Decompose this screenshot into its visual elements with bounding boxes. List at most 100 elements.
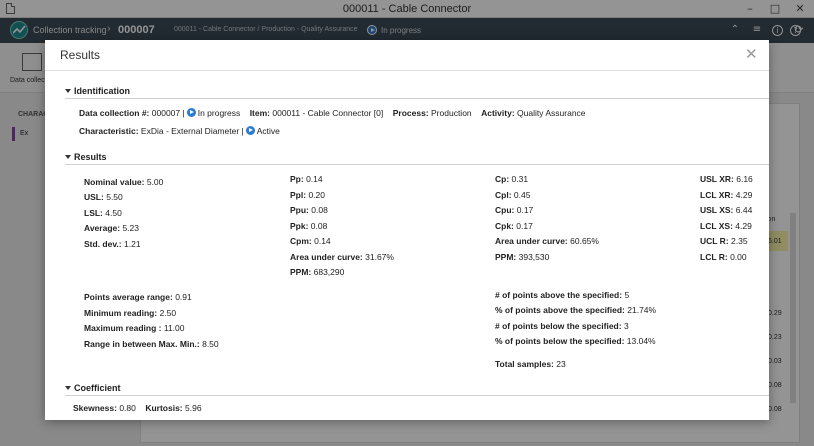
section-identification-label: Identification [74, 86, 130, 96]
stat-value: 6.44 [735, 205, 753, 215]
stat-value: 13.04% [626, 336, 656, 346]
skewness-value: 0.80 [119, 403, 136, 413]
stat-value: 5.23 [122, 223, 139, 233]
section-results[interactable]: Results [65, 152, 107, 162]
stat-label: Ppk: [290, 221, 309, 231]
stat-label: Ppu: [290, 205, 309, 215]
stat-average: Average: 5.23 [84, 223, 139, 233]
stat-ucl-r: UCL R: 2.35 [700, 236, 748, 246]
stat-label: Area under curve: [290, 252, 363, 262]
stat-cpm: Cpm: 0.14 [290, 236, 331, 246]
stat-value: 8.50 [202, 339, 219, 349]
stat-cp: Cp: 0.31 [495, 174, 528, 184]
stat-value: 60.65% [570, 236, 599, 246]
characteristic-status: Active [256, 126, 280, 136]
stat-label: Cpk: [495, 221, 514, 231]
stat-lcl-xs: LCL XS: 4.29 [700, 221, 752, 231]
stat-value: 21.74% [627, 305, 657, 315]
stat-maximum-reading: Maximum reading : 11.00 [84, 323, 184, 333]
stat-area-under-curve-pp: Area under curve: 31.67% [290, 252, 394, 262]
characteristic-label: Characteristic: [79, 126, 139, 136]
stat-label: Points average range: [84, 292, 173, 302]
close-icon[interactable]: ✕ [745, 45, 758, 63]
stat-points-average-range: Points average range: 0.91 [84, 292, 192, 302]
stat-label: Cpu: [495, 205, 515, 215]
stat-value: 5.00 [146, 177, 164, 187]
stat-value: 683,290 [313, 267, 345, 277]
stat-std-dev: Std. dev.: 1.21 [84, 239, 141, 249]
stat-value: 5.50 [106, 192, 123, 202]
stat-label: Std. dev.: [84, 239, 122, 249]
stat-value: 2.50 [159, 308, 177, 318]
kurtosis-label: Kurtosis: [145, 403, 183, 413]
results-dialog: Results ✕ Identification Data collection… [45, 40, 769, 420]
section-identification[interactable]: Identification [65, 86, 130, 96]
process-value: Production [431, 108, 472, 118]
coefficient-values: Skewness: 0.80 Kurtosis: 5.96 [73, 403, 202, 413]
stat-value: 4.29 [735, 221, 752, 231]
stat-points-below-percent: % of points below the specified: 13.04% [495, 336, 656, 346]
stat-value: 0.14 [306, 174, 323, 184]
dialog-title: Results [60, 48, 101, 62]
stat-label: % of points above the specified: [495, 305, 625, 315]
data-collection-value: 000007 | [151, 108, 185, 118]
stat-label: # of points above the specified: [495, 290, 623, 300]
item-label: Item: [249, 108, 270, 118]
stat-label: LSL: [84, 208, 103, 218]
stat-value: 4.50 [105, 208, 122, 218]
activity-value: Quality Assurance [517, 108, 586, 118]
stat-value: 0.08 [310, 221, 328, 231]
stat-total-samples: Total samples: 23 [495, 359, 566, 369]
section-results-label: Results [74, 152, 107, 162]
kurtosis-value: 5.96 [185, 403, 202, 413]
stat-value: 31.67% [365, 252, 394, 262]
skewness-label: Skewness: [73, 403, 117, 413]
stat-value: 0.08 [311, 205, 328, 215]
stat-value: 3 [623, 321, 629, 331]
stat-value: 5 [624, 290, 630, 300]
stat-label: PPM: [495, 252, 517, 262]
stat-lsl: LSL: 4.50 [84, 208, 122, 218]
stat-nominal-value: Nominal value: 5.00 [84, 177, 163, 187]
data-collection-label: Data collection #: [79, 108, 150, 118]
stat-lcl-xr: LCL XR: 4.29 [700, 190, 752, 200]
section-coefficient[interactable]: Coefficient [65, 383, 121, 393]
stat-value: 0.00 [730, 252, 747, 262]
stat-value: 0.45 [513, 190, 531, 200]
stat-label: % of points below the specified: [495, 336, 625, 346]
stat-label: Cpl: [495, 190, 512, 200]
stat-value: 0.20 [308, 190, 325, 200]
stat-label: USL: [84, 192, 104, 202]
stat-value: 0.31 [511, 174, 529, 184]
stat-label: USL XS: [700, 205, 734, 215]
stat-value: 11.00 [163, 323, 185, 333]
stat-points-above-percent: % of points above the specified: 21.74% [495, 305, 656, 315]
stat-label: Total samples: [495, 359, 554, 369]
stat-label: PPM: [290, 267, 312, 277]
identification-line-1: Data collection #: 000007 | In progress I… [79, 108, 586, 118]
section-divider [65, 395, 769, 396]
stat-minimum-reading: Minimum reading: 2.50 [84, 308, 176, 318]
stat-value: 6.16 [736, 174, 753, 184]
activity-label: Activity: [481, 108, 515, 118]
stat-points-below-count: # of points below the specified: 3 [495, 321, 629, 331]
stat-area-under-curve-cp: Area under curve: 60.65% [495, 236, 599, 246]
stat-usl-xr: USL XR: 6.16 [700, 174, 753, 184]
stat-ppl: Ppl: 0.20 [290, 190, 325, 200]
stat-value: 23 [556, 359, 566, 369]
stat-label: # of points below the specified: [495, 321, 622, 331]
stat-range-max-min: Range in between Max. Min.: 8.50 [84, 339, 219, 349]
stat-label: Pp: [290, 174, 304, 184]
stat-label: Average: [84, 223, 121, 233]
stat-label: Cpm: [290, 236, 312, 246]
stat-value: 0.17 [516, 221, 533, 231]
stat-label: LCL XR: [700, 190, 734, 200]
stat-ppm-pp: PPM: 683,290 [290, 267, 344, 277]
stat-lcl-r: LCL R: 0.00 [700, 252, 747, 262]
stat-pp: Pp: 0.14 [290, 174, 323, 184]
caret-down-icon [65, 385, 71, 390]
stat-label: Minimum reading: [84, 308, 158, 318]
stat-label: Range in between Max. Min.: [84, 339, 200, 349]
stat-label: Area under curve: [495, 236, 568, 246]
section-divider [65, 164, 769, 165]
